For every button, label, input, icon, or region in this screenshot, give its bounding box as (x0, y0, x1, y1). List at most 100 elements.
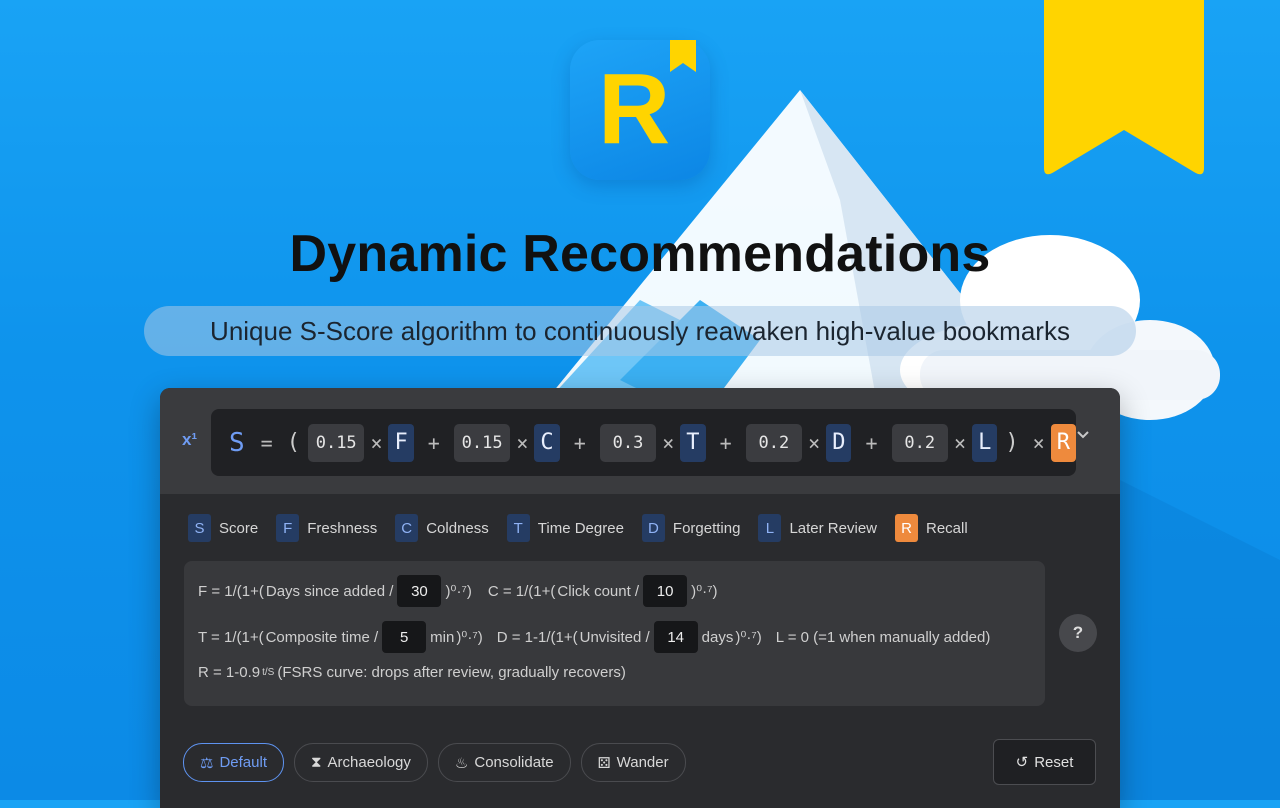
plus-sign: + (427, 430, 440, 455)
letter-f: F (388, 423, 414, 462)
chevron-down-icon[interactable] (1076, 428, 1096, 448)
legend-label: Forgetting (672, 519, 741, 537)
letter-l: L (972, 423, 998, 462)
times-sign: × (808, 430, 821, 455)
legend-item: L Later Review (758, 514, 877, 542)
composite-time-input[interactable]: 5 (382, 621, 427, 653)
definition-row-tdl: T = 1/(1+( Composite time / 5 min )⁰·⁷) … (198, 621, 990, 653)
r-exponent: t/S (262, 667, 275, 678)
t-formula-suffix: )⁰·⁷) (456, 629, 483, 646)
times-sign: × (662, 430, 675, 455)
legend-badge: C (395, 514, 419, 542)
c-formula-prefix: C = 1/(1+( (487, 582, 556, 600)
t-label: Composite time / (265, 628, 379, 646)
weight-f[interactable]: 0.15 (307, 423, 365, 462)
formula-score-letter: S (229, 427, 245, 458)
legend-badge: S (188, 514, 211, 542)
preset-label: Consolidate (474, 754, 554, 771)
preset-consolidate-button[interactable]: ♨ Consolidate (437, 743, 571, 782)
legend-badge: D (641, 514, 665, 542)
f-formula-suffix: )⁰·⁷) (445, 583, 472, 600)
r-description: (FSRS curve: drops after review, gradual… (277, 664, 626, 681)
formula-open-paren: ( (286, 430, 300, 455)
legend-item: F Freshness (276, 514, 377, 542)
legend-item: S Score (188, 514, 258, 542)
legend-badge: T (506, 514, 530, 542)
legend-label: Time Degree (537, 519, 624, 537)
preset-group: ⚖ Default ⧗ Archaeology ♨ Consolidate ⚄ … (183, 743, 686, 782)
weight-t[interactable]: 0.3 (599, 423, 657, 462)
legend-label: Coldness (426, 519, 489, 537)
d-unit: days (701, 628, 734, 646)
weight-l[interactable]: 0.2 (891, 423, 948, 462)
legend-label: Later Review (789, 519, 877, 537)
page-subtitle: Unique S-Score algorithm to continuously… (144, 306, 1136, 356)
reset-label: Reset (1034, 753, 1074, 771)
l-definition: L = 0 (=1 when manually added) (775, 628, 991, 646)
legend-label: Freshness (307, 519, 378, 537)
bookmark-flag-icon (670, 40, 696, 72)
letter-r: R (1050, 423, 1076, 462)
legend-item: R Recall (895, 514, 968, 542)
flame-icon: ♨ (454, 754, 469, 772)
legend-badge: R (895, 514, 918, 542)
app-icon-letter: R (598, 53, 671, 165)
letter-c: C (534, 423, 560, 462)
times-sign: × (516, 430, 529, 455)
c-formula-suffix: )⁰·⁷) (691, 583, 718, 600)
preset-label: Wander (616, 754, 669, 771)
scale-icon: ⚖ (200, 754, 214, 772)
legend-label: Recall (926, 519, 968, 537)
legend-badge: F (276, 514, 300, 542)
reset-button[interactable]: ↺ Reset (993, 739, 1096, 785)
letter-d: D (826, 423, 852, 462)
plus-sign: + (865, 430, 878, 455)
d-label: Unvisited / (579, 628, 650, 646)
help-button[interactable]: ? (1059, 614, 1097, 652)
click-count-input[interactable]: 10 (643, 575, 688, 607)
d-formula-suffix: )⁰·⁷) (735, 629, 762, 646)
preset-default-button[interactable]: ⚖ Default (183, 743, 284, 782)
page-title: Dynamic Recommendations (289, 225, 991, 283)
dice-icon: ⚄ (597, 754, 611, 772)
letter-t: T (680, 423, 706, 462)
score-panel: x¹ S = ( 0.15 × F + 0.15 × C + 0.3 × T +… (160, 388, 1120, 808)
hourglass-icon: ⧗ (310, 754, 322, 771)
r-formula-prefix: R = 1-0.9 (198, 664, 261, 681)
weight-c[interactable]: 0.15 (453, 423, 511, 462)
legend: S Score F Freshness C Coldness T Time Degree… (188, 514, 986, 542)
f-label: Days since added / (265, 582, 394, 600)
times-sign: × (370, 430, 383, 455)
preset-wander-button[interactable]: ⚄ Wander (580, 743, 686, 782)
f-formula-prefix: F = 1/(1+( (198, 582, 264, 600)
bookmark-ribbon-icon (1044, 0, 1204, 175)
t-unit: min (430, 628, 455, 646)
definitions-box: F = 1/(1+( Days since added / 30 )⁰·⁷) C… (184, 561, 1045, 706)
preset-label: Default (219, 754, 267, 771)
c-label: Click count / (557, 582, 640, 600)
preset-archaeology-button[interactable]: ⧗ Archaeology (293, 743, 428, 782)
legend-label: Score (219, 519, 259, 537)
legend-item: D Forgetting (641, 514, 741, 542)
app-icon: R (570, 40, 710, 180)
times-sign: × (1032, 430, 1045, 455)
plus-sign: + (573, 430, 586, 455)
definition-row-r: R = 1-0.9 t/S (FSRS curve: drops after r… (198, 664, 626, 681)
unvisited-days-input[interactable]: 14 (653, 621, 698, 653)
superscript-icon: x¹ (182, 430, 198, 449)
weight-d[interactable]: 0.2 (745, 423, 803, 462)
d-formula-prefix: D = 1-1/(1+( (496, 628, 578, 646)
formula-equals: = (260, 430, 273, 455)
undo-icon: ↺ (1015, 754, 1029, 771)
legend-badge: L (758, 514, 782, 542)
days-since-added-input[interactable]: 30 (397, 575, 442, 607)
formula-expression: S = ( 0.15 × F + 0.15 × C + 0.3 × T + 0.… (211, 409, 1076, 476)
question-icon: ? (1072, 623, 1084, 642)
plus-sign: + (719, 430, 732, 455)
formula-close-paren: ) (1005, 430, 1019, 455)
t-formula-prefix: T = 1/(1+( (198, 628, 264, 646)
legend-item: T Time Degree (506, 514, 624, 542)
legend-item: C Coldness (395, 514, 489, 542)
formula-strip: x¹ S = ( 0.15 × F + 0.15 × C + 0.3 × T +… (160, 388, 1120, 494)
definition-row-fc: F = 1/(1+( Days since added / 30 )⁰·⁷) C… (198, 575, 718, 607)
